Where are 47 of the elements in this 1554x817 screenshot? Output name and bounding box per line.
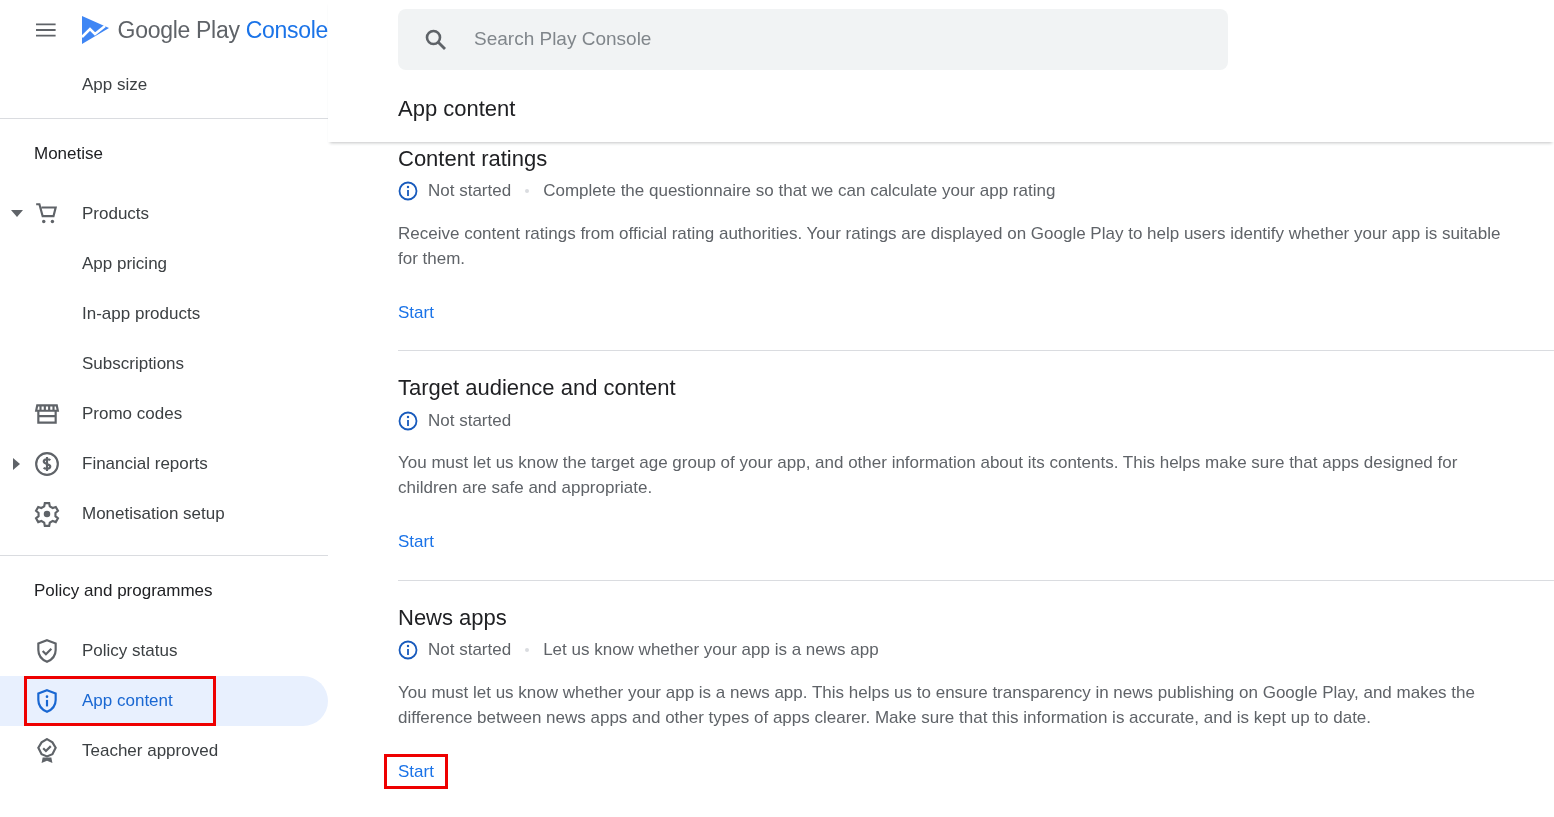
- sidebar-item[interactable]: Subscriptions: [0, 339, 328, 389]
- sidebar-item[interactable]: In-app products: [0, 289, 328, 339]
- section-title: Content ratings: [398, 146, 549, 173]
- gear-icon: [34, 501, 60, 527]
- status-note: Complete the questionnaire so that we can calculate your app rating: [543, 180, 1056, 203]
- separator-dot: [525, 647, 530, 652]
- search-icon[interactable]: [424, 27, 448, 52]
- sidebar-item[interactable]: Teacher approved: [0, 726, 328, 776]
- caret-down-icon[interactable]: [11, 210, 23, 218]
- sidebar-item[interactable]: Financial reports: [0, 439, 328, 489]
- sidebar-item[interactable]: App content: [0, 676, 328, 726]
- sidebar-item[interactable]: Promo codes: [0, 389, 328, 439]
- section-title: News apps: [398, 604, 508, 632]
- start-link[interactable]: Start: [384, 524, 448, 560]
- status-note: Let us know whether your app is a news app: [543, 639, 879, 662]
- shield-check-icon: [34, 638, 60, 664]
- badge-check-icon: [34, 738, 60, 764]
- section-heading: Policy and programmes: [34, 581, 213, 600]
- logo-icon: [79, 15, 110, 45]
- sidebar-item[interactable]: App pricing: [0, 239, 328, 289]
- separator-dot: [525, 189, 530, 194]
- page-title: App content: [398, 96, 517, 123]
- sidebar-item[interactable]: App size: [0, 60, 328, 110]
- section-heading: Monetise: [34, 144, 103, 163]
- caret-right-icon[interactable]: [13, 458, 21, 470]
- status-text: Not started: [428, 639, 512, 662]
- info-icon: [398, 181, 418, 202]
- section-title: Target audience and content: [398, 375, 677, 402]
- dollar-icon: [34, 451, 60, 477]
- description: You must let us know whether your app is a news app. This helps us to ensure transparency in news publishing on Google Play, and makes the difference between news apps and other types of apps clearer. Make sure that this information is accurate, and is kept up to date.: [398, 681, 1476, 729]
- status-text: Not started: [428, 180, 512, 203]
- shield-info-icon: [34, 688, 60, 714]
- description: Receive content ratings from official rating authorities. Your ratings are displayed on Google Play to help users identify whether your app is suitable for them.: [398, 222, 1502, 270]
- sidebar-item[interactable]: Policy status: [0, 626, 328, 676]
- sidebar-item[interactable]: Monetisation setup: [0, 489, 328, 539]
- search-input[interactable]: Search Play Console: [472, 24, 1228, 55]
- info-icon: [398, 410, 418, 431]
- info-icon: [398, 639, 418, 660]
- logo-text: Google Play Console: [117, 15, 328, 45]
- start-link[interactable]: Start: [384, 753, 448, 790]
- sidebar-item[interactable]: Products: [0, 189, 328, 239]
- storefront-icon: [34, 401, 60, 427]
- description: You must let us know the target age group of your app, and other information about its contents. This helps make sure that apps designed for children are safe and appropriate.: [398, 452, 1459, 500]
- menu-icon[interactable]: [36, 21, 56, 39]
- status-text: Not started: [428, 409, 512, 432]
- start-link[interactable]: Start: [384, 294, 448, 331]
- search-field[interactable]: Search Play Console: [398, 9, 1228, 70]
